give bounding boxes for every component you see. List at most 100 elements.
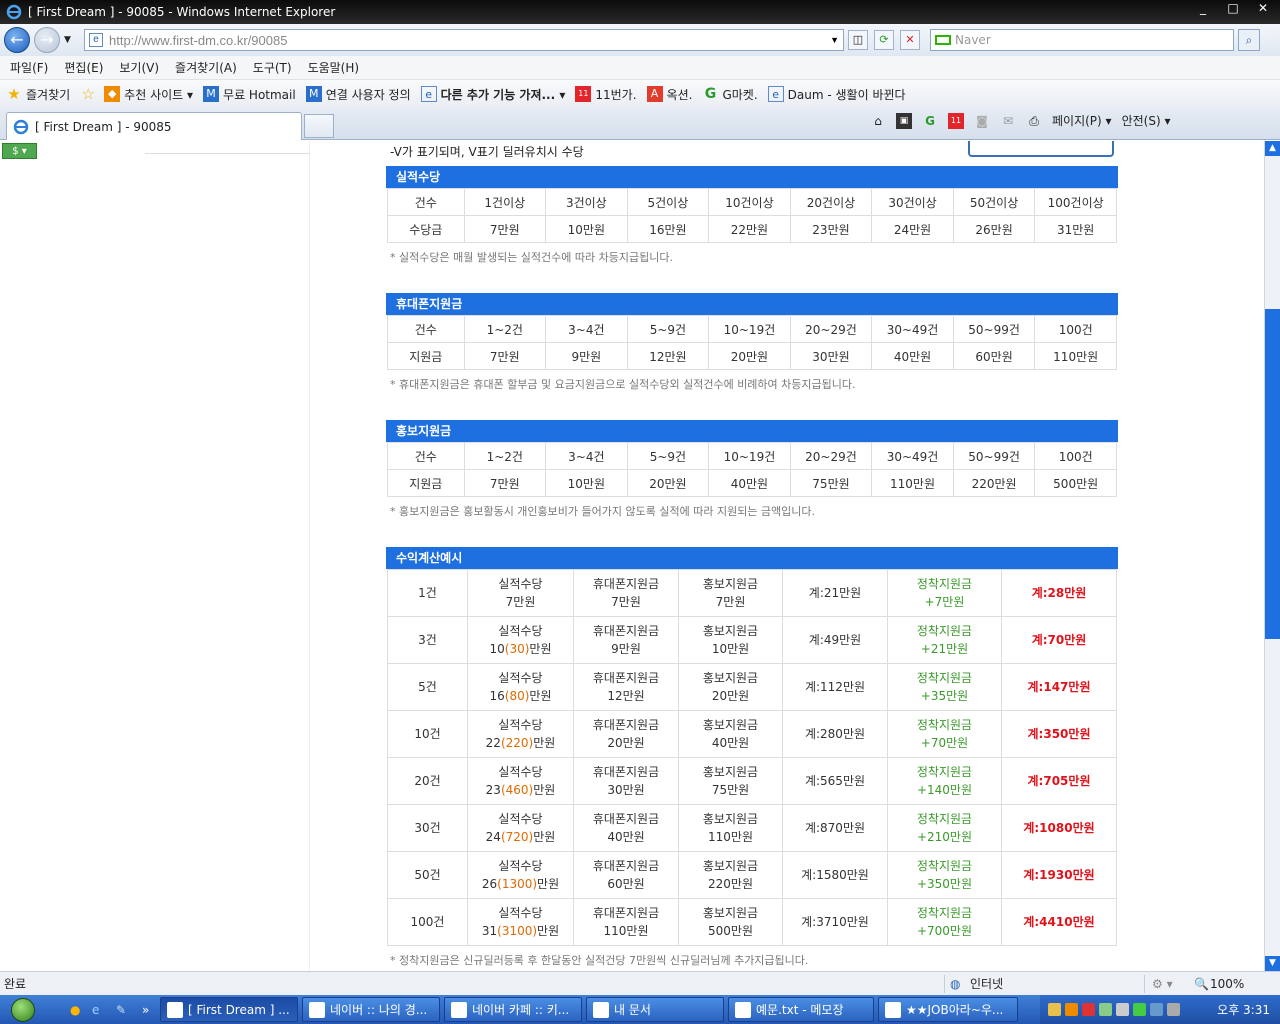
phone-cell: 휴대폰지원금 7만원	[573, 569, 679, 617]
menu-view[interactable]: 보기(V)	[119, 59, 159, 76]
table-cell: 3~4건	[545, 442, 628, 470]
tab-first-dream[interactable]: [ First Dream ] - 90085	[6, 112, 302, 140]
fav-gmarket[interactable]: G G마켓.	[702, 86, 758, 103]
forward-button[interactable]: →	[34, 27, 60, 53]
menu-file[interactable]: 파일(F)	[10, 59, 48, 76]
ie-logo-icon	[6, 4, 22, 20]
tray-icon[interactable]	[1082, 1003, 1095, 1016]
table-cell: 500만원	[1034, 469, 1117, 497]
maximize-button[interactable]: □	[1220, 0, 1246, 18]
table-cell: 30~49건	[871, 315, 954, 343]
home-icon[interactable]: ⌂	[870, 113, 886, 129]
phone-cell: 휴대폰지원금 20만원	[573, 710, 679, 758]
table-cell: 30건이상	[871, 188, 954, 216]
search-input[interactable]: Naver	[930, 29, 1234, 51]
promo-label: 홍보지원금	[702, 906, 759, 920]
scroll-thumb[interactable]	[1265, 309, 1280, 639]
settle-label: 정착지원금	[916, 577, 973, 591]
fav-addons[interactable]: e 다른 추가 기능 가져... ▾	[420, 86, 565, 103]
phone-value: 12만원	[607, 689, 645, 703]
address-dropdown-icon[interactable]: ▼	[830, 35, 839, 45]
perf-total: (3100)	[497, 924, 538, 938]
tray-icon[interactable]	[1116, 1003, 1129, 1016]
scroll-up-icon[interactable]: ▲	[1265, 141, 1280, 156]
promo-label: 홍보지원금	[702, 718, 759, 732]
table-cell: 23만원	[789, 215, 873, 243]
taskbar-item[interactable]: 내 문서	[586, 997, 724, 1022]
tray-icon[interactable]	[1048, 1003, 1061, 1016]
fav-hotmail[interactable]: M 무료 Hotmail	[203, 86, 296, 103]
start-button[interactable]	[0, 995, 46, 1024]
menu-favorites[interactable]: 즐겨찾기(A)	[175, 59, 237, 76]
new-tab-button[interactable]	[304, 114, 334, 138]
taskbar-item[interactable]: 예문.txt - 메모장	[728, 997, 874, 1022]
tray-icon[interactable]	[1099, 1003, 1112, 1016]
compatibility-icon[interactable]: ◫	[848, 30, 868, 50]
vertical-scrollbar[interactable]: ▲ ▼	[1264, 141, 1280, 971]
phone-label: 휴대폰지원금	[592, 577, 660, 591]
safety-menu[interactable]: 안전(S) ▾	[1122, 112, 1171, 129]
perf-unit: 만원	[533, 830, 556, 844]
total-cell: 계:28만원	[1001, 569, 1117, 617]
zoom-level[interactable]: 100%	[1210, 977, 1244, 991]
history-dropdown-icon[interactable]: ▼	[64, 35, 71, 45]
total-cell: 계:147만원	[1001, 663, 1117, 711]
taskbar-item[interactable]: 네이버 :: 나의 경...	[302, 997, 440, 1022]
back-button[interactable]: ←	[4, 27, 30, 53]
app-icon[interactable]: ▣	[896, 112, 912, 129]
top-button[interactable]	[968, 141, 1114, 157]
favorites-button[interactable]: ★ 즐겨찾기	[6, 86, 70, 103]
fav-auction[interactable]: A 옥션.	[646, 86, 692, 103]
minimize-button[interactable]: _	[1190, 0, 1216, 18]
menu-edit[interactable]: 편집(E)	[64, 59, 103, 76]
protected-mode-icon[interactable]: ⚙ ▾	[1152, 977, 1173, 991]
page-menu[interactable]: 페이지(P) ▾	[1052, 112, 1112, 129]
section-title: 홍보지원금	[386, 420, 1118, 442]
tray-icon[interactable]	[1133, 1003, 1146, 1016]
menu-help[interactable]: 도움말(H)	[308, 59, 360, 76]
stop-icon[interactable]: ✕	[900, 30, 920, 50]
promo-cell: 홍보지원금 220만원	[678, 851, 783, 899]
fav-suggested-sites[interactable]: ◆ 추천 사이트 ▾	[104, 86, 193, 103]
perf-value: 22	[485, 736, 501, 750]
taskbar-item[interactable]: ★★JOB아라~우...	[878, 997, 1018, 1022]
mail-icon[interactable]: ✉	[1000, 113, 1016, 129]
11st-icon[interactable]: 11	[948, 112, 964, 129]
feeds-icon[interactable]: ◙	[974, 113, 990, 129]
table-cell: 50건이상	[952, 188, 1036, 216]
address-input[interactable]: e http://www.first-dm.co.kr/90085 ▼	[84, 29, 844, 51]
scroll-down-icon[interactable]: ▼	[1265, 956, 1280, 971]
perf-value: 26	[481, 877, 498, 891]
taskbar-item[interactable]: 네이버 카페 :: 키...	[444, 997, 582, 1022]
menu-tools[interactable]: 도구(T)	[253, 59, 292, 76]
search-go-icon[interactable]: ⌕	[1238, 29, 1260, 51]
fav-label: 무료 Hotmail	[223, 87, 296, 102]
table-cell: 20~29건	[789, 442, 873, 470]
quicklaunch-ie-icon[interactable]: e	[92, 1003, 99, 1017]
close-button[interactable]: ✕	[1250, 0, 1276, 18]
total-cell: 계:1080만원	[1001, 804, 1117, 852]
table-row: 30건 실적수당 24(720)만원 휴대폰지원금 40만원 홍보지원금 110만원 계:87…	[387, 804, 1117, 852]
perf-unit: 만원	[529, 689, 552, 703]
left-toggle-button[interactable]: $ ▾	[2, 143, 37, 159]
tray-icon[interactable]	[1065, 1003, 1078, 1016]
phone-value: 7만원	[611, 595, 641, 609]
tray-icon[interactable]	[1167, 1003, 1180, 1016]
promo-value: 20만원	[711, 689, 750, 703]
quicklaunch-more-icon[interactable]: »	[142, 1003, 149, 1017]
tray-icon[interactable]	[1150, 1003, 1163, 1016]
fav-custom-links[interactable]: M 연결 사용자 정의	[305, 86, 411, 103]
quicklaunch-icon[interactable]: ●	[70, 1003, 80, 1017]
quicklaunch-tool-icon[interactable]: ✎	[116, 1003, 126, 1017]
table-cell: 75만원	[789, 469, 873, 497]
fav-daum[interactable]: e Daum - 생활이 바뀐다	[767, 86, 906, 103]
fav-11st[interactable]: 11 11번가.	[575, 86, 637, 103]
divider	[944, 975, 945, 993]
fav-label: 연결 사용자 정의	[325, 87, 411, 102]
google-icon[interactable]: G	[922, 113, 938, 129]
taskbar-item[interactable]: [ First Dream ] ...	[160, 997, 298, 1022]
print-icon[interactable]: ⎙	[1026, 113, 1042, 129]
refresh-icon[interactable]: ⟳	[874, 30, 894, 50]
row-label: 건수	[387, 442, 465, 470]
add-favorite-button[interactable]: ☆	[80, 86, 100, 102]
